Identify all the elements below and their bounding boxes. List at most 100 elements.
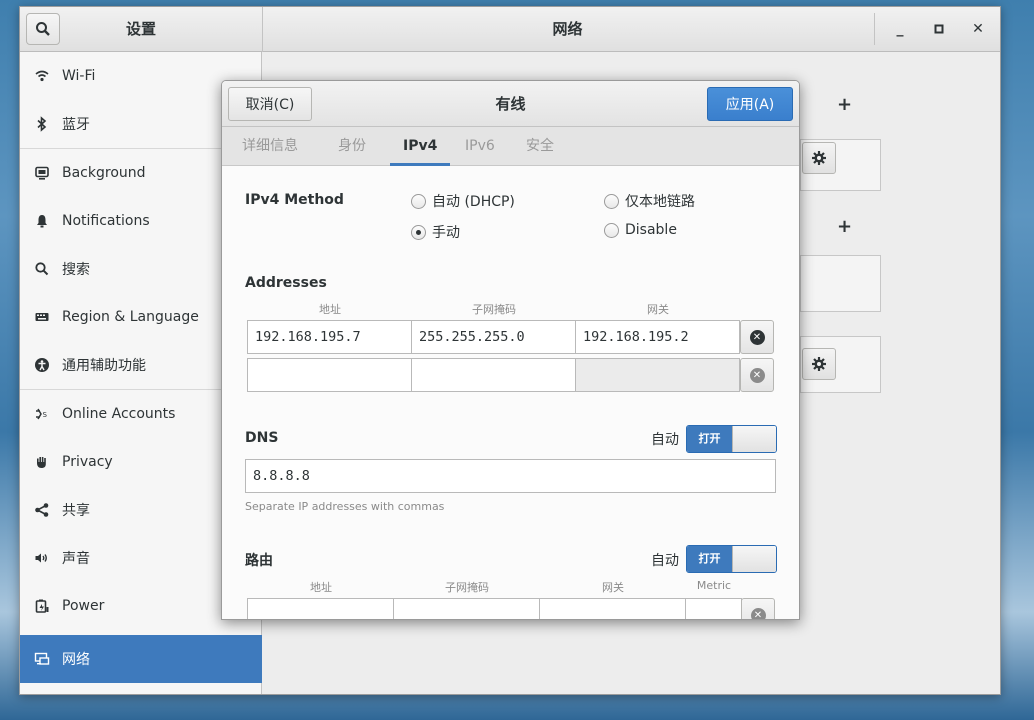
route-address-field[interactable] [247,598,394,619]
sidebar-item-label: 共享 [62,503,90,519]
route-netmask-field[interactable] [393,598,540,619]
maximize-icon [934,24,944,34]
route-gateway-field[interactable] [539,598,686,619]
gear-icon [812,357,826,371]
delete-route-button[interactable]: ✕ [741,598,775,619]
radio-indicator-selected [411,224,426,240]
close-button[interactable]: ✕ [964,15,992,43]
switch-on-label: 打开 [687,546,732,572]
dns-auto-label: 自动 [651,432,679,448]
search-icon [34,261,50,277]
route-metric-column-header: Metric [696,579,732,592]
delete-address-button[interactable]: ✕ [740,320,774,354]
tab-security[interactable]: 安全 [526,127,554,166]
radio-indicator [411,193,426,209]
sidebar-item-label: Power [62,598,105,614]
radio-indicator [604,193,619,209]
apply-button[interactable]: 应用(A) [707,87,793,121]
maximize-button[interactable] [925,15,953,43]
dialog-title: 有线 [495,95,526,113]
dns-label: DNS [245,430,279,446]
new-gateway-field [575,358,740,392]
new-netmask-field[interactable] [411,358,576,392]
online-accounts-icon: S [34,406,50,422]
address-field[interactable]: 192.168.195.7 [247,320,412,354]
keyboard-icon [34,309,50,325]
address-column-header: 地址 [319,303,341,316]
bluetooth-icon [34,116,50,132]
delete-icon: ✕ [750,607,766,619]
tab-ipv6[interactable]: IPv6 [465,127,495,166]
dialog-header: 取消(C) 有线 应用(A) [222,81,799,127]
dialog-tabs: 详细信息 身份 IPv4 IPv6 安全 [222,127,799,166]
sidebar-item-label: Notifications [62,213,150,229]
sidebar-item-label: Online Accounts [62,406,176,422]
routes-label: 路由 [245,553,273,569]
new-address-field[interactable] [247,358,412,392]
radio-disable[interactable]: Disable [604,222,677,238]
share-icon [34,502,50,518]
sidebar-item-label: Region & Language [62,309,199,325]
route-address-column-header: 地址 [310,581,332,594]
ipv4-method-label: IPv4 Method [245,192,344,208]
search-icon [36,22,50,36]
sidebar-item-label: 蓝牙 [62,117,90,133]
sidebar-item-label: Privacy [62,454,113,470]
add-connection-button[interactable]: + [837,216,852,237]
radio-link-local[interactable]: 仅本地链路 [604,191,695,211]
sidebar-item-label: 声音 [62,551,90,567]
routes-auto-switch[interactable]: 打开 [686,545,777,573]
tab-details[interactable]: 详细信息 [242,127,298,166]
vpn-section [800,255,881,312]
gateway-column-header: 网关 [647,303,669,316]
radio-label: Disable [625,222,677,238]
dns-field[interactable]: 8.8.8.8 [245,459,776,493]
gear-icon [812,151,826,165]
add-vpn-button[interactable]: + [837,94,852,115]
radio-manual[interactable]: 手动 [411,222,460,242]
gateway-field[interactable]: 192.168.195.2 [575,320,740,354]
power-icon [34,598,50,614]
radio-automatic-dhcp[interactable]: 自动 (DHCP) [411,191,515,211]
cancel-button[interactable]: 取消(C) [228,87,312,121]
accessibility-icon [34,357,50,373]
switch-knob [732,426,776,452]
hand-icon [34,454,50,470]
search-button[interactable] [26,13,60,45]
bell-icon [34,213,50,229]
sidebar-item-label: 网络 [62,652,90,668]
wired-settings-button[interactable] [802,142,836,174]
tab-identity[interactable]: 身份 [338,127,366,166]
route-metric-field[interactable] [685,598,742,619]
sidebar-item-label: 搜索 [62,262,90,278]
switch-on-label: 打开 [687,426,732,452]
wired-connection-dialog: 取消(C) 有线 应用(A) 详细信息 身份 IPv4 IPv6 安全 IPv4… [221,80,800,620]
sidebar-item-label: Wi-Fi [62,68,96,84]
sidebar-item-label: 通用辅助功能 [62,358,146,374]
routes-auto-label: 自动 [651,553,679,569]
window-controls-separator [874,13,875,45]
minimize-button[interactable]: _ [886,15,914,43]
dns-auto-switch[interactable]: 打开 [686,425,777,453]
route-gateway-column-header: 网关 [602,581,624,594]
headerbar: 设置 网络 _ ✕ [20,7,1000,52]
speaker-icon [34,550,50,566]
network-icon [34,651,50,667]
route-netmask-column-header: 子网掩码 [445,581,489,594]
sidebar-item-network[interactable]: 网络 [20,635,262,683]
wifi-icon [34,68,50,84]
svg-text:S: S [43,411,48,419]
delete-icon: ✕ [749,329,765,345]
dns-hint: Separate IP addresses with commas [245,500,445,513]
proxy-settings-button[interactable] [802,348,836,380]
tab-ipv4[interactable]: IPv4 [390,127,451,166]
netmask-field[interactable]: 255.255.255.0 [411,320,576,354]
radio-label: 手动 [432,225,460,241]
panel-title: 网络 [552,20,583,38]
radio-indicator [604,222,619,238]
sidebar-item-label: Background [62,165,146,181]
addresses-label: Addresses [245,275,327,291]
netmask-column-header: 子网掩码 [472,303,516,316]
radio-label: 自动 (DHCP) [432,194,515,210]
delete-address-button[interactable]: ✕ [740,358,774,392]
